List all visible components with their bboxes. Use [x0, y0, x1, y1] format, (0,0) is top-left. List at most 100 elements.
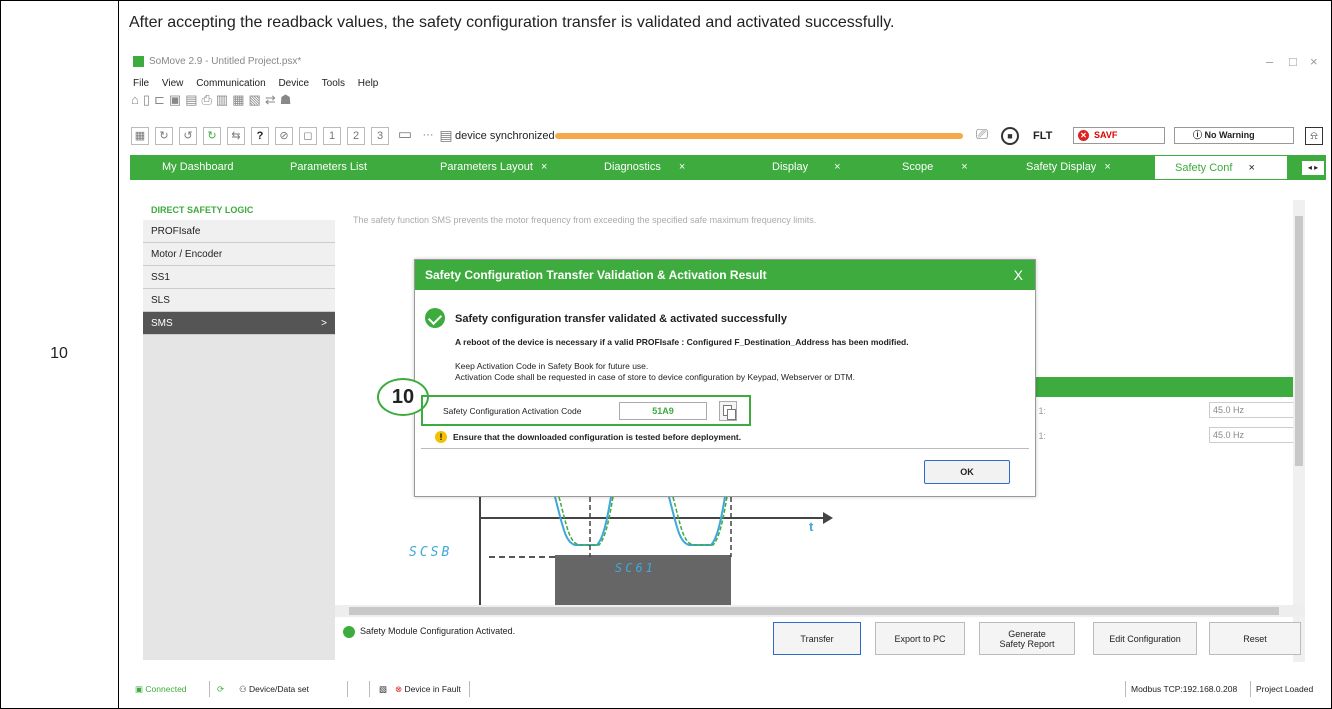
arrows-icon[interactable]: ⇆ [227, 127, 245, 145]
savf-badge: ✕ SAVF [1073, 127, 1165, 144]
sync-icon[interactable]: ⟳ [217, 681, 224, 697]
ok-button[interactable]: OK [924, 460, 1010, 484]
compare-icon[interactable]: ⇄ [265, 92, 276, 112]
vertical-scrollbar[interactable] [1293, 200, 1305, 662]
info-icon: ⓘ [1193, 130, 1205, 140]
close-tab-icon[interactable]: × [1248, 162, 1254, 174]
pc-connection-icon: ▭ [397, 126, 413, 143]
reset-button[interactable]: Reset [1209, 622, 1301, 655]
close-tab-icon[interactable]: × [961, 161, 967, 173]
sms-description: The safety function SMS prevents the mot… [353, 215, 817, 225]
sidebar-item-profisafe[interactable]: PROFIsafe [143, 220, 335, 243]
generate-safety-report-button[interactable]: Generate Safety Report [979, 622, 1075, 655]
modbus-address: Modbus TCP:192.168.0.208 [1131, 684, 1238, 694]
menu-bar: File View Communication Device Tools Hel… [133, 78, 388, 89]
fault-indicator: FLT [1033, 130, 1053, 142]
bell-icon[interactable]: ⍾ [1305, 127, 1323, 145]
request-note: Activation Code shall be requested in ca… [455, 372, 856, 382]
sms-diagram: t SCSB SC61 [409, 497, 839, 612]
toolbar-button-2[interactable]: 2 [347, 127, 365, 145]
refresh-icon[interactable]: ↻ [155, 127, 173, 145]
activation-code-value[interactable]: 51A9 [619, 402, 707, 420]
savf-label: SAVF [1094, 130, 1118, 140]
device-icon[interactable]: ▦ [131, 127, 149, 145]
tab-safety-conf[interactable]: Safety Conf × [1154, 155, 1288, 180]
copy-icon[interactable] [719, 401, 737, 421]
tab-parameters-list[interactable]: Parameters List [290, 155, 367, 180]
tools-icon[interactable]: ⊘ [275, 127, 293, 145]
sidebar-item-sls[interactable]: SLS [143, 289, 335, 312]
menu-tools[interactable]: Tools [322, 78, 345, 89]
restore-icon[interactable]: □ [1289, 54, 1297, 69]
dialog-close-button[interactable]: X [1014, 260, 1023, 290]
network-device-icon[interactable]: ⎚ [973, 127, 991, 145]
tab-scroll-arrows[interactable]: ◂ ▸ [1302, 161, 1324, 175]
home-icon[interactable]: ⌂ [131, 92, 139, 112]
sidebar-header: DIRECT SAFETY LOGIC [143, 200, 335, 220]
safety-sidebar: DIRECT SAFETY LOGIC PROFIsafe Motor / En… [143, 200, 335, 660]
warning-icon: ! [435, 431, 447, 443]
menu-device[interactable]: Device [278, 78, 309, 89]
sidebar-item-ss1[interactable]: SS1 [143, 266, 335, 289]
transfer-button[interactable]: Transfer [773, 622, 861, 655]
window-title: SoMove 2.9 - Untitled Project.psx* [149, 56, 302, 67]
paste-tool-icon[interactable]: ▧ [249, 92, 261, 112]
success-check-icon [425, 308, 445, 328]
menu-file[interactable]: File [133, 78, 149, 89]
close-tab-icon[interactable]: × [1104, 161, 1110, 173]
sc61-region: SC61 [555, 555, 731, 610]
tab-diagnostics[interactable]: Diagnostics × [604, 155, 685, 180]
fault-icon: ⊗ [395, 684, 403, 694]
toolbar-button-1[interactable]: 1 [323, 127, 341, 145]
scsb-label: SCSB [409, 545, 453, 560]
user-icon[interactable]: ☗ [280, 92, 292, 112]
param-value-field[interactable]: 45.0 Hz [1209, 402, 1294, 418]
tab-parameters-layout[interactable]: Parameters Layout × [440, 155, 547, 180]
menu-help[interactable]: Help [358, 78, 379, 89]
tab-display[interactable]: Display × [772, 155, 841, 180]
tab-my-dashboard[interactable]: My Dashboard [162, 155, 234, 180]
connected-status: ▣ Connected [135, 684, 187, 694]
new-file-icon[interactable]: ▯ [143, 92, 150, 112]
close-tab-icon[interactable]: × [541, 161, 547, 173]
save-as-icon[interactable]: ▤ [185, 92, 197, 112]
open-file-icon[interactable]: ⊏ [154, 92, 165, 112]
dialog-divider [421, 448, 1029, 449]
warning-label: No Warning [1204, 130, 1255, 140]
undo-icon[interactable]: ↺ [179, 127, 197, 145]
print-preview-icon[interactable]: ▥ [216, 92, 228, 112]
monitor-icon[interactable]: ▧ [379, 681, 387, 697]
print-icon[interactable]: ⎙ [202, 92, 212, 112]
horizontal-scrollbar[interactable] [335, 605, 1305, 617]
scroll-thumb[interactable] [1295, 216, 1303, 466]
menu-communication[interactable]: Communication [196, 78, 265, 89]
tab-scope[interactable]: Scope × [902, 155, 968, 180]
save-icon[interactable]: ▣ [169, 92, 181, 112]
reset-device-icon[interactable]: ↻ [203, 127, 221, 145]
stop-drive-icon[interactable]: ■ [1001, 127, 1019, 145]
device-toolbar: ▦ ↻ ↺ ↻ ⇆ ? ⊘ ◻ 1 2 3 ▭ ··· ▤ device syn… [131, 124, 1326, 148]
sidebar-item-motor-encoder[interactable]: Motor / Encoder [143, 243, 335, 266]
edit-configuration-button[interactable]: Edit Configuration [1093, 622, 1197, 655]
close-tab-icon[interactable]: × [679, 161, 685, 173]
step-number: 10 [50, 345, 68, 362]
scroll-thumb[interactable] [349, 607, 1279, 615]
project-status: Project Loaded [1256, 684, 1314, 694]
toolbar-button-3[interactable]: 3 [371, 127, 389, 145]
tab-safety-display[interactable]: Safety Display × [1026, 155, 1111, 180]
sync-status: device synchronized [455, 130, 555, 142]
menu-view[interactable]: View [162, 78, 184, 89]
minimize-icon[interactable]: – [1266, 54, 1273, 69]
export-to-pc-button[interactable]: Export to PC [875, 622, 965, 655]
close-tab-icon[interactable]: × [834, 161, 840, 173]
sc61-label: SC61 [615, 561, 656, 575]
copy-tool-icon[interactable]: ▦ [232, 92, 244, 112]
somove-window: SoMove 2.9 - Untitled Project.psx* – □ ×… [129, 50, 1326, 705]
activation-code-highlight: Safety Configuration Activation Code 51A… [421, 395, 751, 426]
close-window-icon[interactable]: × [1310, 54, 1318, 69]
somove-logo-icon [133, 56, 144, 67]
sidebar-item-sms[interactable]: SMS [143, 312, 335, 335]
param-value-field[interactable]: 45.0 Hz [1209, 427, 1294, 443]
help-icon[interactable]: ? [251, 127, 269, 145]
stop-icon[interactable]: ◻ [299, 127, 317, 145]
